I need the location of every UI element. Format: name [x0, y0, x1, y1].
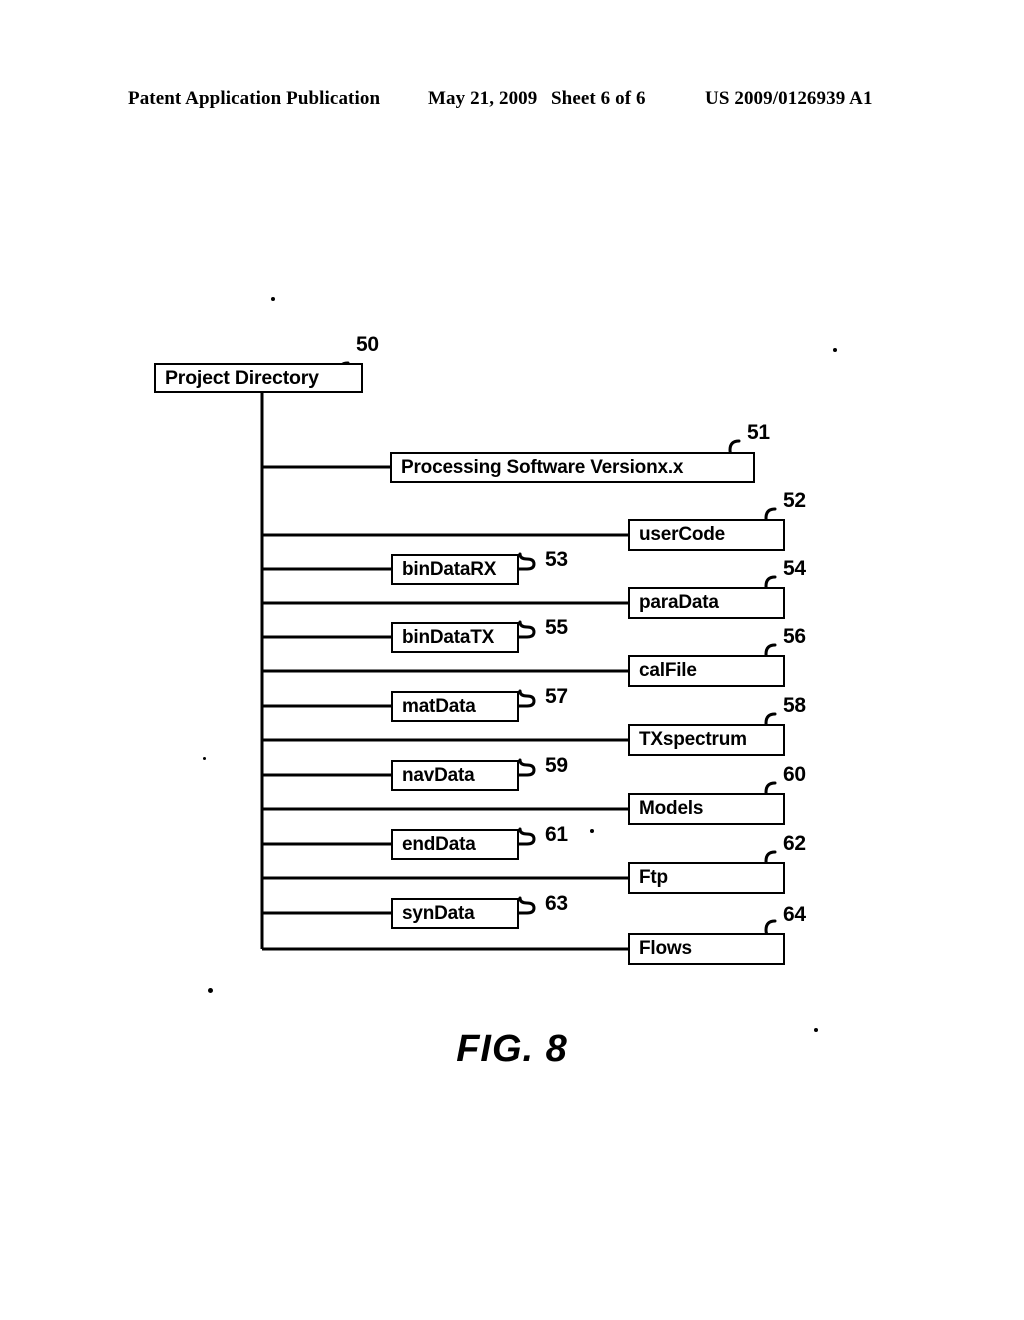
- refnum-64: 64: [783, 903, 806, 926]
- node-label: userCode: [639, 524, 726, 545]
- node-label: binDataRX: [402, 558, 497, 580]
- node-label: endData: [402, 833, 476, 855]
- node-flows[interactable]: Flows: [628, 933, 785, 965]
- refnum-54: 54: [783, 557, 806, 580]
- scan-speck: [590, 829, 594, 833]
- refnum-59: 59: [545, 754, 568, 777]
- node-project-directory[interactable]: Project Directory: [154, 363, 363, 393]
- node-label: navData: [402, 764, 475, 786]
- scan-speck: [208, 988, 213, 993]
- figure-caption: FIG. 8: [456, 1028, 568, 1070]
- node-calfile[interactable]: calFile: [628, 655, 785, 687]
- scan-speck: [271, 297, 275, 301]
- node-label: matData: [402, 695, 476, 717]
- node-label: TXspectrum: [639, 729, 747, 750]
- refnum-61: 61: [545, 823, 568, 846]
- node-label: Models: [639, 798, 704, 819]
- leader-53: [517, 552, 536, 571]
- refnum-56: 56: [783, 625, 806, 648]
- leader-57: [517, 689, 536, 708]
- refnum-50: 50: [356, 333, 379, 356]
- refnum-53: 53: [545, 548, 568, 571]
- scan-speck: [833, 348, 837, 352]
- node-usercode[interactable]: userCode: [628, 519, 785, 551]
- scan-speck: [203, 757, 206, 760]
- node-matdata[interactable]: matData: [391, 691, 519, 722]
- node-syndata[interactable]: synData: [391, 898, 519, 929]
- node-label: Flows: [639, 938, 692, 959]
- node-label: synData: [402, 902, 475, 924]
- refnum-52: 52: [783, 489, 806, 512]
- refnum-62: 62: [783, 832, 806, 855]
- node-ftp[interactable]: Ftp: [628, 862, 785, 894]
- node-models[interactable]: Models: [628, 793, 785, 825]
- node-enddata[interactable]: endData: [391, 829, 519, 860]
- node-bindatatx[interactable]: binDataTX: [391, 622, 519, 653]
- refnum-63: 63: [545, 892, 568, 915]
- diagram-connectors: [260, 361, 777, 951]
- node-label: Ftp: [639, 867, 668, 888]
- leader-59: [517, 758, 536, 777]
- node-processing-software[interactable]: Processing Software Versionx.x: [390, 452, 755, 483]
- leader-61: [517, 827, 536, 846]
- refnum-57: 57: [545, 685, 568, 708]
- node-label: binDataTX: [402, 626, 495, 648]
- node-paradata[interactable]: paraData: [628, 587, 785, 619]
- node-label: Processing Software Versionx.x: [401, 456, 684, 478]
- node-label: paraData: [639, 592, 719, 613]
- refnum-60: 60: [783, 763, 806, 786]
- node-navdata[interactable]: navData: [391, 760, 519, 791]
- leader-55: [517, 620, 536, 639]
- node-label: Project Directory: [165, 366, 319, 389]
- node-bindatarx[interactable]: binDataRX: [391, 554, 519, 585]
- figure-8-tree-diagram: Project Directory 50 Processing Software…: [0, 0, 1024, 1320]
- leader-63: [517, 896, 536, 915]
- refnum-51: 51: [747, 421, 770, 444]
- node-label: calFile: [639, 660, 697, 681]
- refnum-58: 58: [783, 694, 806, 717]
- refnum-55: 55: [545, 616, 568, 639]
- node-txspectrum[interactable]: TXspectrum: [628, 724, 785, 756]
